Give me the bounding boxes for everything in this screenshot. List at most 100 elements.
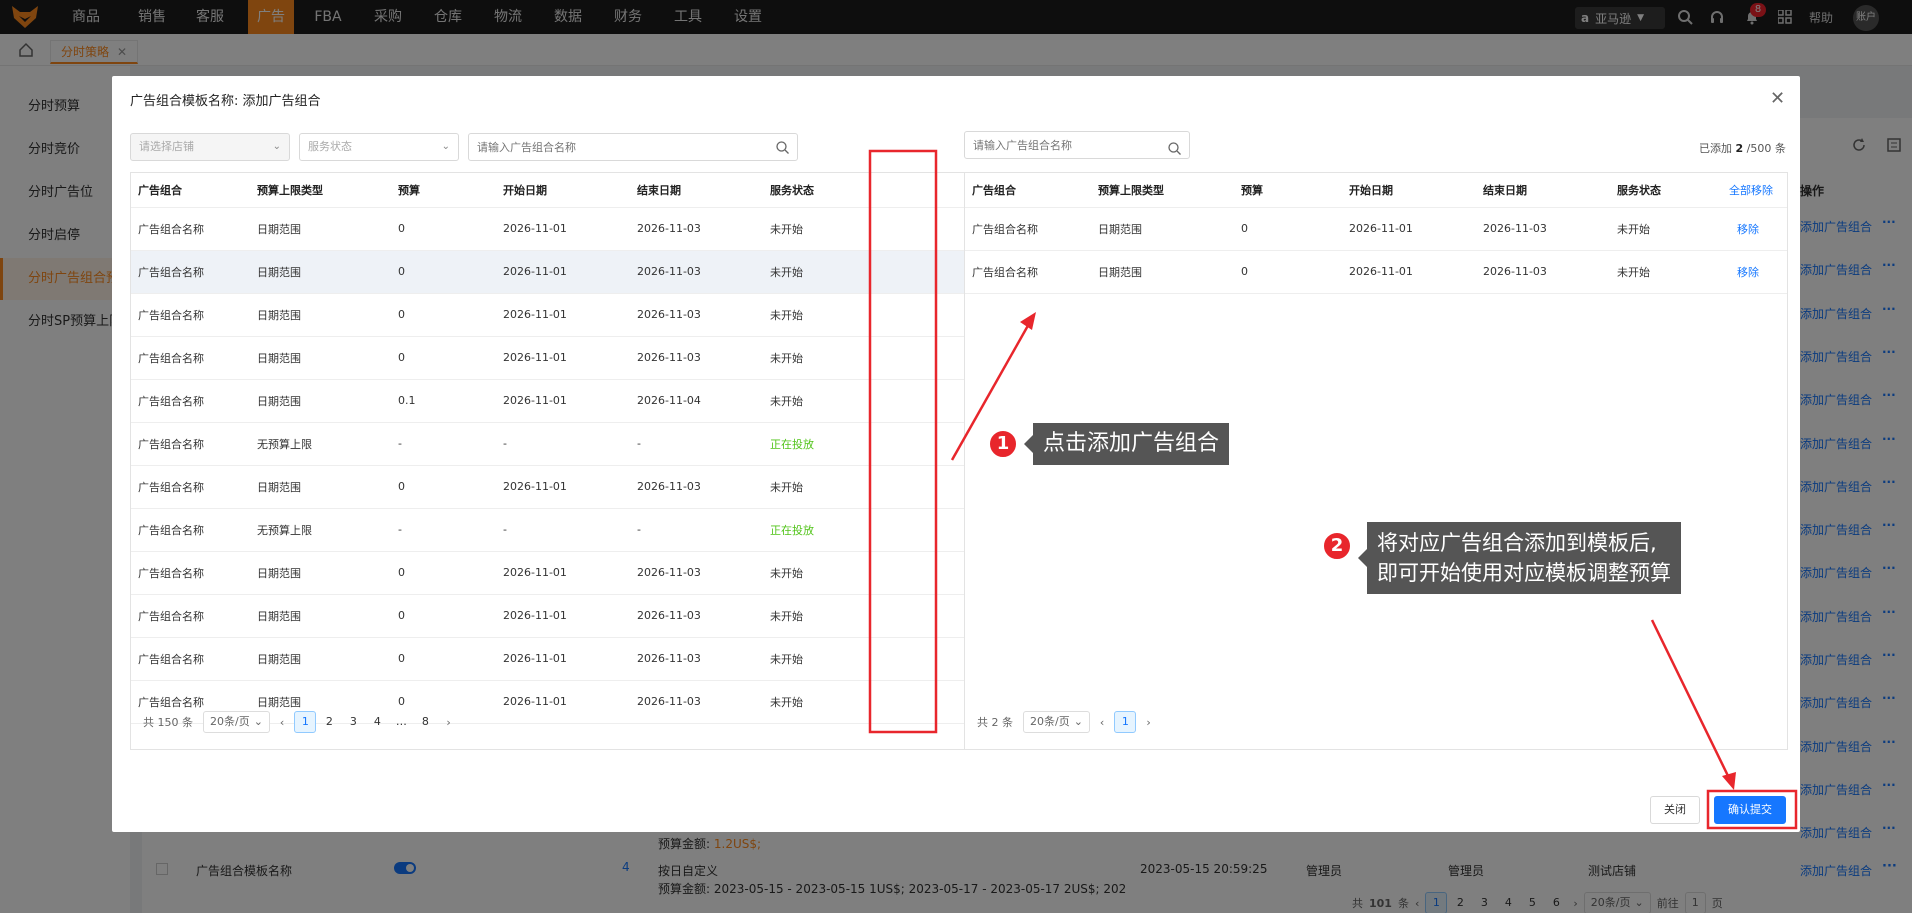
- left-page-size-select[interactable]: 20条/页 ⌄: [203, 711, 270, 733]
- table-row: 广告组合名称日期范围02026-11-012026-11-03未开始添加: [131, 465, 1065, 509]
- search-icon[interactable]: [1168, 142, 1181, 155]
- cell-name: 广告组合名称: [131, 250, 250, 294]
- cell-end: 2026-11-03: [630, 250, 763, 294]
- table-row: 广告组合名称日期范围02026-11-012026-11-03未开始添加: [131, 551, 1065, 595]
- cell-start: 2026-11-01: [496, 293, 630, 337]
- remove-row-link[interactable]: 移除: [1721, 250, 1787, 294]
- cell-type: 日期范围: [250, 379, 391, 423]
- page-ellipsis[interactable]: …: [390, 711, 412, 733]
- table-row: 广告组合名称日期范围02026-11-012026-11-03未开始添加: [131, 336, 1065, 380]
- cell-start: 2026-11-01: [1342, 250, 1476, 294]
- cell-start: 2026-11-01: [496, 207, 630, 251]
- table-row: 广告组合名称日期范围0.12026-11-012026-11-04未开始添加: [131, 379, 1065, 423]
- cell-status: 未开始: [763, 594, 874, 638]
- chevron-down-icon: ⌄: [1073, 715, 1083, 728]
- cell-status: 未开始: [763, 207, 874, 251]
- cell-type: 日期范围: [250, 250, 391, 294]
- cell-name: 广告组合名称: [131, 594, 250, 638]
- search-icon[interactable]: [776, 141, 789, 154]
- remove-all-link[interactable]: 全部移除: [1721, 173, 1787, 208]
- cell-start: -: [496, 508, 630, 552]
- column-header-0: 广告组合: [131, 173, 250, 208]
- cell-type: 日期范围: [250, 594, 391, 638]
- cell-type: 日期范围: [250, 637, 391, 681]
- shop-select[interactable]: 请选择店铺 ⌄: [130, 133, 290, 161]
- table-row: 广告组合名称无预算上限---正在投放添加: [131, 508, 1065, 552]
- column-header-3: 开始日期: [496, 173, 630, 208]
- cell-name: 广告组合名称: [131, 637, 250, 681]
- step-2-line-1: 将对应广告组合添加到模板后,: [1377, 531, 1657, 555]
- cell-budget: 0: [391, 293, 496, 337]
- table-row: 广告组合名称日期范围02026-11-012026-11-03未开始添加: [131, 250, 1065, 294]
- cell-type: 日期范围: [250, 551, 391, 595]
- cell-end: 2026-11-03: [630, 293, 763, 337]
- add-portfolio-modal: 广告组合模板名称: 添加广告组合 ✕ 请选择店铺⌄ 服务状态⌄ 广告组合预算上限…: [112, 76, 1800, 832]
- cell-name: 广告组合名称: [131, 508, 250, 552]
- cell-end: 2026-11-03: [630, 336, 763, 380]
- column-header-2: 预算: [1234, 173, 1342, 208]
- cell-name: 广告组合名称: [131, 293, 250, 337]
- cell-end: -: [630, 422, 763, 466]
- remove-row-link[interactable]: 移除: [1721, 207, 1787, 251]
- cell-type: 日期范围: [1091, 207, 1234, 251]
- page-button-3[interactable]: 3: [342, 711, 364, 733]
- table-row: 广告组合名称 日期范围 0 2026-11-01 2026-11-03 未开始 移除: [965, 250, 1787, 294]
- cell-type: 日期范围: [250, 207, 391, 251]
- cell-end: 2026-11-03: [630, 637, 763, 681]
- column-header-1: 预算上限类型: [1091, 173, 1234, 208]
- close-icon[interactable]: ✕: [1770, 88, 1785, 109]
- cell-budget: -: [391, 508, 496, 552]
- available-portfolios-panel: 广告组合预算上限类型预算开始日期结束日期服务状态全部添加 广告组合名称日期范围0…: [130, 172, 1066, 750]
- column-header-4: 结束日期: [1476, 173, 1610, 208]
- cell-status: 未开始: [1610, 207, 1721, 251]
- next-page-icon[interactable]: ›: [446, 716, 450, 729]
- page-button-8[interactable]: 8: [414, 711, 436, 733]
- next-page-icon[interactable]: ›: [1146, 716, 1150, 729]
- column-header-0: 广告组合: [965, 173, 1091, 208]
- cell-start: 2026-11-01: [496, 465, 630, 509]
- step-2-callout: 将对应广告组合添加到模板后, 即可开始使用对应模板调整预算: [1358, 522, 1681, 594]
- cell-name: 广告组合名称: [965, 250, 1091, 294]
- table-row: 广告组合名称日期范围02026-11-012026-11-03未开始添加: [131, 293, 1065, 337]
- cell-budget: 0.1: [391, 379, 496, 423]
- close-button[interactable]: 关闭: [1650, 796, 1700, 824]
- left-pager: 共 150 条 20条/页 ⌄ ‹ 1 2 3 4… 8 ›: [143, 711, 451, 733]
- cell-start: 2026-11-01: [496, 250, 630, 294]
- page-button-2[interactable]: 2: [318, 711, 340, 733]
- cell-start: 2026-11-01: [496, 379, 630, 423]
- cell-status: 正在投放: [763, 508, 874, 552]
- prev-page-icon[interactable]: ‹: [280, 716, 284, 729]
- page-button-4[interactable]: 4: [366, 711, 388, 733]
- cell-start: -: [496, 422, 630, 466]
- page-button-current[interactable]: 1: [1114, 711, 1137, 733]
- cell-type: 日期范围: [250, 465, 391, 509]
- chevron-down-icon: ⌄: [253, 715, 263, 728]
- table-row: 广告组合名称日期范围02026-11-012026-11-03未开始添加: [131, 594, 1065, 638]
- cell-name: 广告组合名称: [131, 336, 250, 380]
- cell-end: 2026-11-03: [630, 207, 763, 251]
- column-header-2: 预算: [391, 173, 496, 208]
- added-portfolios-table: 广告组合 预算上限类型 预算 开始日期 结束日期 服务状态 全部移除 广告组合名称 日期范围 0…: [965, 173, 1787, 294]
- right-search-input[interactable]: [964, 131, 1190, 159]
- prev-page-icon[interactable]: ‹: [1100, 716, 1104, 729]
- submit-button[interactable]: 确认提交: [1714, 796, 1786, 824]
- cell-type: 无预算上限: [250, 508, 391, 552]
- step-2-marker: 2: [1322, 531, 1352, 561]
- right-page-size-select[interactable]: 20条/页 ⌄: [1023, 711, 1090, 733]
- table-row: 广告组合名称日期范围02026-11-012026-11-03未开始添加: [131, 207, 1065, 251]
- left-search-input[interactable]: [468, 133, 798, 161]
- cell-start: 2026-11-01: [1342, 207, 1476, 251]
- cell-status: 未开始: [763, 637, 874, 681]
- column-header-3: 开始日期: [1342, 173, 1476, 208]
- cell-name: 广告组合名称: [131, 379, 250, 423]
- cell-budget: 0: [391, 637, 496, 681]
- right-pager-total: 共 2 条: [977, 716, 1013, 729]
- cell-status: 未开始: [763, 465, 874, 509]
- table-row: 广告组合名称日期范围02026-11-012026-11-03未开始添加: [131, 637, 1065, 681]
- cell-type: 日期范围: [250, 336, 391, 380]
- cell-status: 未开始: [763, 250, 874, 294]
- cell-budget: 0: [391, 207, 496, 251]
- page-button-1[interactable]: 1: [294, 711, 317, 733]
- status-select[interactable]: 服务状态 ⌄: [299, 133, 459, 161]
- cell-budget: 0: [1234, 207, 1342, 251]
